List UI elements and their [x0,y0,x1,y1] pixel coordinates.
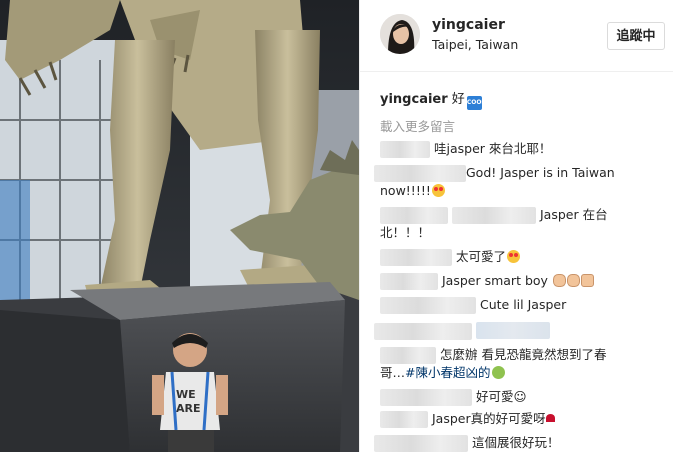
comment-item: 哇jasper 來台北耶！ [380,140,551,158]
comment-text: 好可愛☺ [475,389,527,404]
blurred-username[interactable] [374,323,472,340]
comment-text: 這個展很好玩！ [471,435,560,450]
clap-emoji-icon [552,274,566,287]
blurred-text [476,322,550,339]
comment-text: Jasper真的好可愛呀 [431,411,546,426]
blurred-username[interactable] [380,389,472,406]
comment-text: 哥… [380,365,406,380]
blurred-username[interactable] [380,207,448,224]
comment-item-continued: 北！！！ [380,224,430,242]
caption-username[interactable]: yingcaier [380,92,448,107]
comment-text: Cute lil Jasper [479,297,567,312]
svg-text:ARE: ARE [176,402,201,415]
comment-item: Jasper smart boy [380,272,594,290]
red-heart-emoji-icon [545,414,555,422]
comment-item: 好可愛☺ [380,388,527,406]
comment-text: 哇jasper 來台北耶！ [433,141,552,156]
comment-text: God! Jasper is in Taiwan [466,165,615,180]
following-button[interactable]: 追蹤中 [607,22,665,50]
comment-item: 這個展很好玩！ [374,434,560,452]
comment-item-continued: 哥…#陳小春超凶的 [380,364,505,382]
caption: yingcaier 好 COOL [380,88,485,110]
blurred-username[interactable] [380,141,430,158]
blurred-username[interactable] [380,297,476,314]
comment-item: 怎麼辦 看見恐龍竟然想到了春 [380,346,606,364]
blurred-username[interactable] [380,347,436,364]
post-location[interactable]: Taipei, Taiwan [432,37,518,52]
comment-text: Jasper 在台 [539,207,608,222]
comment-item: Jasper真的好可愛呀 [380,410,555,428]
cool-badge-icon: COOL [466,96,485,110]
post-side-panel: yingcaier Taipei, Taiwan 追蹤中 yingcaier 好… [359,0,673,452]
post-photo[interactable]: WE ARE [0,0,359,452]
blurred-username[interactable] [380,273,438,290]
heart-eyes-emoji-icon [507,250,520,263]
post-header: yingcaier Taipei, Taiwan 追蹤中 [360,0,673,72]
thumbs-up-emoji-icon [580,274,594,287]
svg-text:WE: WE [176,388,196,401]
blurred-username[interactable] [374,165,466,182]
post-username[interactable]: yingcaier [432,17,505,33]
comment-item [374,322,472,340]
dinosaur-exhibit-image: WE ARE [0,0,359,452]
grinning-face-emoji-icon [491,366,505,379]
avatar[interactable] [380,14,420,54]
comment-item: God! Jasper is in Taiwan [374,164,615,182]
blurred-text [451,207,536,224]
comment-text: 怎麼辦 看見恐龍竟然想到了春 [439,347,607,362]
comment-text: 太可愛了 [455,249,506,264]
caption-text: 好 [451,92,465,107]
comment-item: Jasper 在台 [380,206,608,224]
blurred-username[interactable] [380,411,428,428]
comment-text: Jasper smart boy [441,273,548,288]
blurred-username[interactable] [380,249,452,266]
load-more-comments-link[interactable]: 載入更多留言 [380,116,455,135]
blurred-username[interactable] [374,435,468,452]
comment-item: Cute lil Jasper [380,296,566,314]
clap-emoji-icon [566,274,580,287]
heart-eyes-emoji-icon [431,184,445,197]
comment-item: 太可愛了 [380,248,520,266]
hashtag-link[interactable]: #陳小春超凶的 [405,365,490,380]
comment-text: now!!!!! [380,183,431,198]
comment-text: 北！！！ [380,225,431,240]
comment-item-continued: now!!!!! [380,182,445,200]
